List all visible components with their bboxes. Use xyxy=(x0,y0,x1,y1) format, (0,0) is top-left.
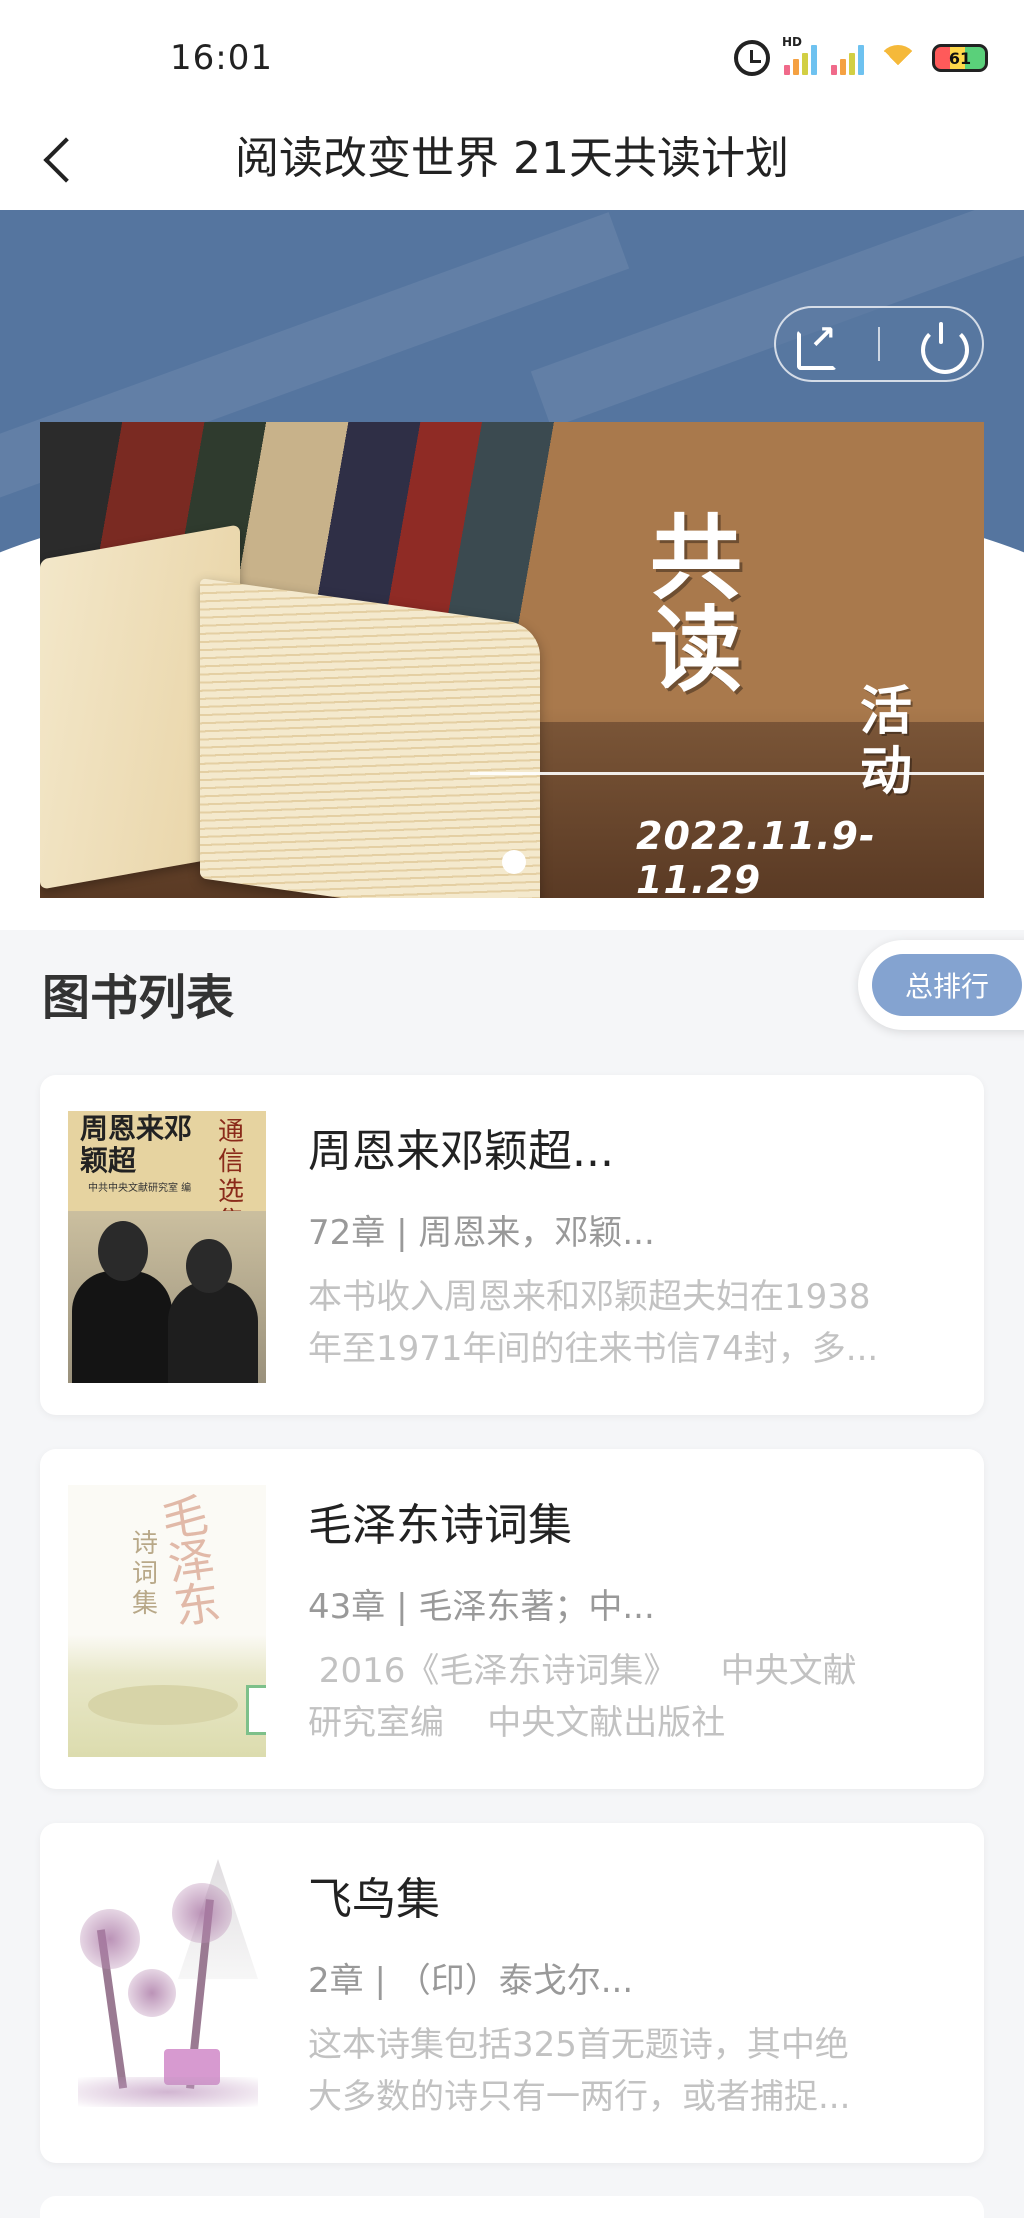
rank-button-container: 总排行 xyxy=(858,940,1024,1030)
banner-date: 2022.11.9-11.29 xyxy=(636,814,876,898)
cover-calligraphy: 毛泽东 xyxy=(158,1487,224,1635)
book-card[interactable]: 毛泽东 诗词集 毛泽东诗词集 43章 | 毛泽东著；中... 2016《毛泽东诗… xyxy=(40,1449,984,1789)
activity-banner[interactable]: 共读 活动 2022.11.9-11.29 xyxy=(40,422,984,898)
book-description-line: 研究室编 中央文献出版社 xyxy=(308,1703,726,1743)
book-cover xyxy=(68,1859,266,2131)
hero-section: 共读 活动 2022.11.9-11.29 xyxy=(0,210,1024,930)
action-pill xyxy=(774,306,984,382)
page-title: 阅读改变世界 21天共读计划 xyxy=(235,133,789,184)
status-time: 16:01 xyxy=(170,38,273,78)
signal-hd-icon: HD xyxy=(782,35,817,75)
book-description: 本书收入周恩来和邓颖超夫妇在1938 年至1971年间的往来书信74封，多... xyxy=(308,1271,928,1375)
pill-divider xyxy=(877,327,880,361)
book-list-header: 图书列表 总排行 xyxy=(0,930,1024,1040)
carousel-indicator[interactable] xyxy=(502,850,526,874)
cover-title: 周恩来邓颖超 xyxy=(80,1112,193,1177)
signal-icon xyxy=(831,41,864,75)
book-meta: 2章 | （印）泰戈尔... xyxy=(308,1961,634,2001)
wifi-icon xyxy=(878,41,918,75)
book-description-line: 这本诗集包括325首无题诗，其中绝 xyxy=(308,2025,849,2065)
cover-illustration xyxy=(246,1685,266,1735)
book-cover: 毛泽东 诗词集 xyxy=(68,1485,266,1757)
share-icon[interactable] xyxy=(795,318,839,370)
banner-subtitle: 活动 xyxy=(860,681,913,802)
book-meta: 72章 | 周恩来，邓颖... xyxy=(308,1213,655,1253)
alarm-icon xyxy=(734,40,770,76)
cover-illustration xyxy=(88,1685,238,1725)
book-description-line: 大多数的诗只有一两行，或者捕捉... xyxy=(308,2077,851,2117)
book-cover: 周恩来邓颖超 通信选集 中共中央文献研究室 编 xyxy=(68,1111,266,1383)
book-description: 这本诗集包括325首无题诗，其中绝 大多数的诗只有一两行，或者捕捉... xyxy=(308,2019,928,2123)
book-description-line: 2016《毛泽东诗词集》 中央文献 xyxy=(308,1651,857,1691)
open-book-image xyxy=(40,524,560,898)
book-description-line: 本书收入周恩来和邓颖超夫妇在1938 xyxy=(308,1277,871,1317)
book-card[interactable] xyxy=(40,2196,984,2218)
battery-icon: 61 xyxy=(932,44,988,72)
banner-title: 共读 xyxy=(650,504,743,704)
book-title: 飞鸟集 xyxy=(308,1874,440,1925)
hd-label: HD xyxy=(782,35,803,49)
cover-photo xyxy=(68,1211,266,1383)
book-card[interactable]: 周恩来邓颖超 通信选集 中共中央文献研究室 编 周恩来邓颖超... 72章 | … xyxy=(40,1075,984,1415)
book-title: 毛泽东诗词集 xyxy=(308,1500,572,1551)
power-icon[interactable] xyxy=(919,322,969,374)
book-card[interactable]: 飞鸟集 2章 | （印）泰戈尔... 这本诗集包括325首无题诗，其中绝 大多数… xyxy=(40,1823,984,2163)
nav-header: 阅读改变世界 21天共读计划 xyxy=(0,110,1024,210)
cover-title: 诗词集 xyxy=(132,1529,159,1619)
book-list-title: 图书列表 xyxy=(42,970,235,1026)
status-bar: 16:01 HD 61 xyxy=(0,0,1024,110)
battery-level: 61 xyxy=(948,48,972,68)
book-description: 2016《毛泽东诗词集》 中央文献 研究室编 中央文献出版社 xyxy=(308,1645,928,1749)
status-icons: HD 61 xyxy=(734,35,988,78)
book-description-line: 年至1971年间的往来书信74封，多... xyxy=(308,1329,879,1369)
book-title: 周恩来邓颖超... xyxy=(308,1126,614,1177)
book-meta: 43章 | 毛泽东著；中... xyxy=(308,1587,655,1627)
cover-publisher: 中共中央文献研究室 编 xyxy=(88,1183,192,1194)
banner-divider xyxy=(470,772,984,775)
overall-ranking-button[interactable]: 总排行 xyxy=(872,954,1022,1016)
